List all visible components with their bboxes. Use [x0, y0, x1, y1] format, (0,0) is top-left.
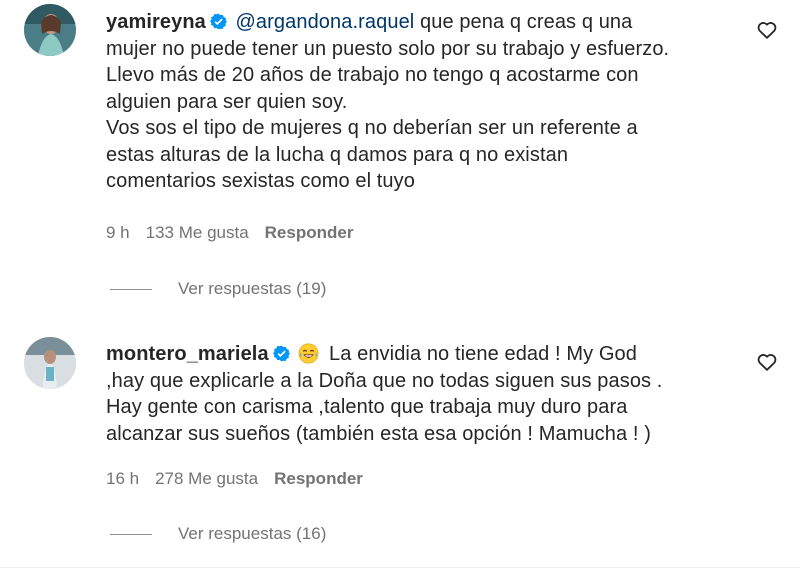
comment-line: ,hay que explicarle a la Doña que no tod… — [106, 369, 663, 392]
comment-meta: 16 h 278 Me gusta Responder — [106, 469, 379, 489]
like-heart-icon[interactable] — [756, 19, 778, 41]
comment-line: alguien para ser quien soy. — [106, 90, 348, 113]
view-replies-button[interactable]: Ver respuestas (16) — [110, 524, 326, 544]
like-heart-icon[interactable] — [756, 351, 778, 373]
comment-line: alcanzar sus sueños (también esta esa op… — [106, 422, 651, 445]
timestamp: 16 h — [106, 469, 140, 488]
view-replies-label: Ver respuestas (19) — [178, 279, 327, 298]
comment-line: que pena q creas q una — [414, 11, 633, 33]
verified-badge-icon — [272, 345, 290, 362]
comment-line: La envidia no tiene edad ! My God — [323, 343, 637, 365]
username[interactable]: yamireyna — [106, 11, 206, 33]
comment-meta: 9 h 133 Me gusta Responder — [106, 223, 369, 243]
comment-line: mujer no puede tener un puesto solo por … — [106, 37, 670, 60]
mention-link[interactable]: @argandona.raquel — [236, 11, 415, 33]
username[interactable]: montero_mariela — [106, 343, 269, 365]
reply-button[interactable]: Responder — [274, 469, 363, 489]
verified-badge-icon — [209, 13, 227, 30]
laughing-tears-emoji-icon — [298, 343, 319, 364]
like-count[interactable]: 133 Me gusta — [146, 223, 249, 243]
reply-button[interactable]: Responder — [265, 223, 354, 243]
comment-text: montero_mariela La envidia no tiene edad… — [106, 341, 726, 447]
timestamp: 9 h — [106, 223, 130, 242]
comment-text: yamireyna @argandona.raquel que pena q c… — [106, 9, 726, 195]
comment-line: comentarios sexistas como el tuyo — [106, 170, 415, 192]
view-replies-label: Ver respuestas (16) — [178, 524, 327, 543]
bottom-divider — [0, 567, 800, 568]
like-count[interactable]: 278 Me gusta — [155, 469, 258, 489]
divider-line — [110, 533, 152, 535]
view-replies-button[interactable]: Ver respuestas (19) — [110, 279, 326, 299]
comment-line: Hay gente con carisma ,talento que traba… — [106, 396, 628, 418]
comment-line: Llevo más de 20 años de trabajo no tengo… — [106, 64, 639, 86]
comment-line: Vos sos el tipo de mujeres q no deberían… — [106, 117, 638, 139]
comment-line: estas alturas de la lucha q damos para q… — [106, 143, 569, 166]
divider-line — [110, 288, 152, 290]
avatar[interactable] — [24, 4, 76, 56]
avatar[interactable] — [24, 337, 76, 389]
